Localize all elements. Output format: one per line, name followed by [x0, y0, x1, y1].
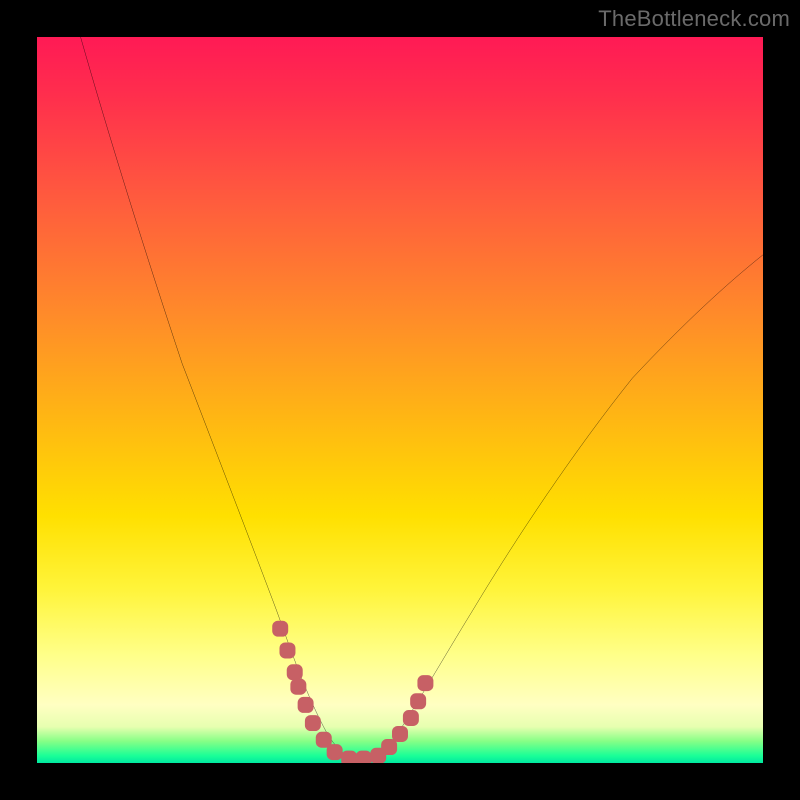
- bottleneck-curve: [81, 37, 763, 760]
- curve-marker: [272, 621, 288, 637]
- curve-marker: [403, 710, 419, 726]
- curve-marker: [287, 664, 303, 680]
- curve-marker: [392, 726, 408, 742]
- watermark-text: TheBottleneck.com: [598, 6, 790, 32]
- chart-svg: [37, 37, 763, 763]
- curve-marker: [290, 679, 306, 695]
- curve-marker: [327, 744, 343, 760]
- curve-marker: [341, 751, 357, 763]
- chart-stage: TheBottleneck.com: [0, 0, 800, 800]
- curve-marker: [298, 697, 314, 713]
- plot-area: [37, 37, 763, 763]
- curve-marker: [305, 715, 321, 731]
- curve-markers: [272, 621, 433, 763]
- curve-marker: [410, 693, 426, 709]
- curve-marker: [381, 739, 397, 755]
- curve-marker: [356, 751, 372, 763]
- curve-marker: [417, 675, 433, 691]
- curve-marker: [279, 642, 295, 658]
